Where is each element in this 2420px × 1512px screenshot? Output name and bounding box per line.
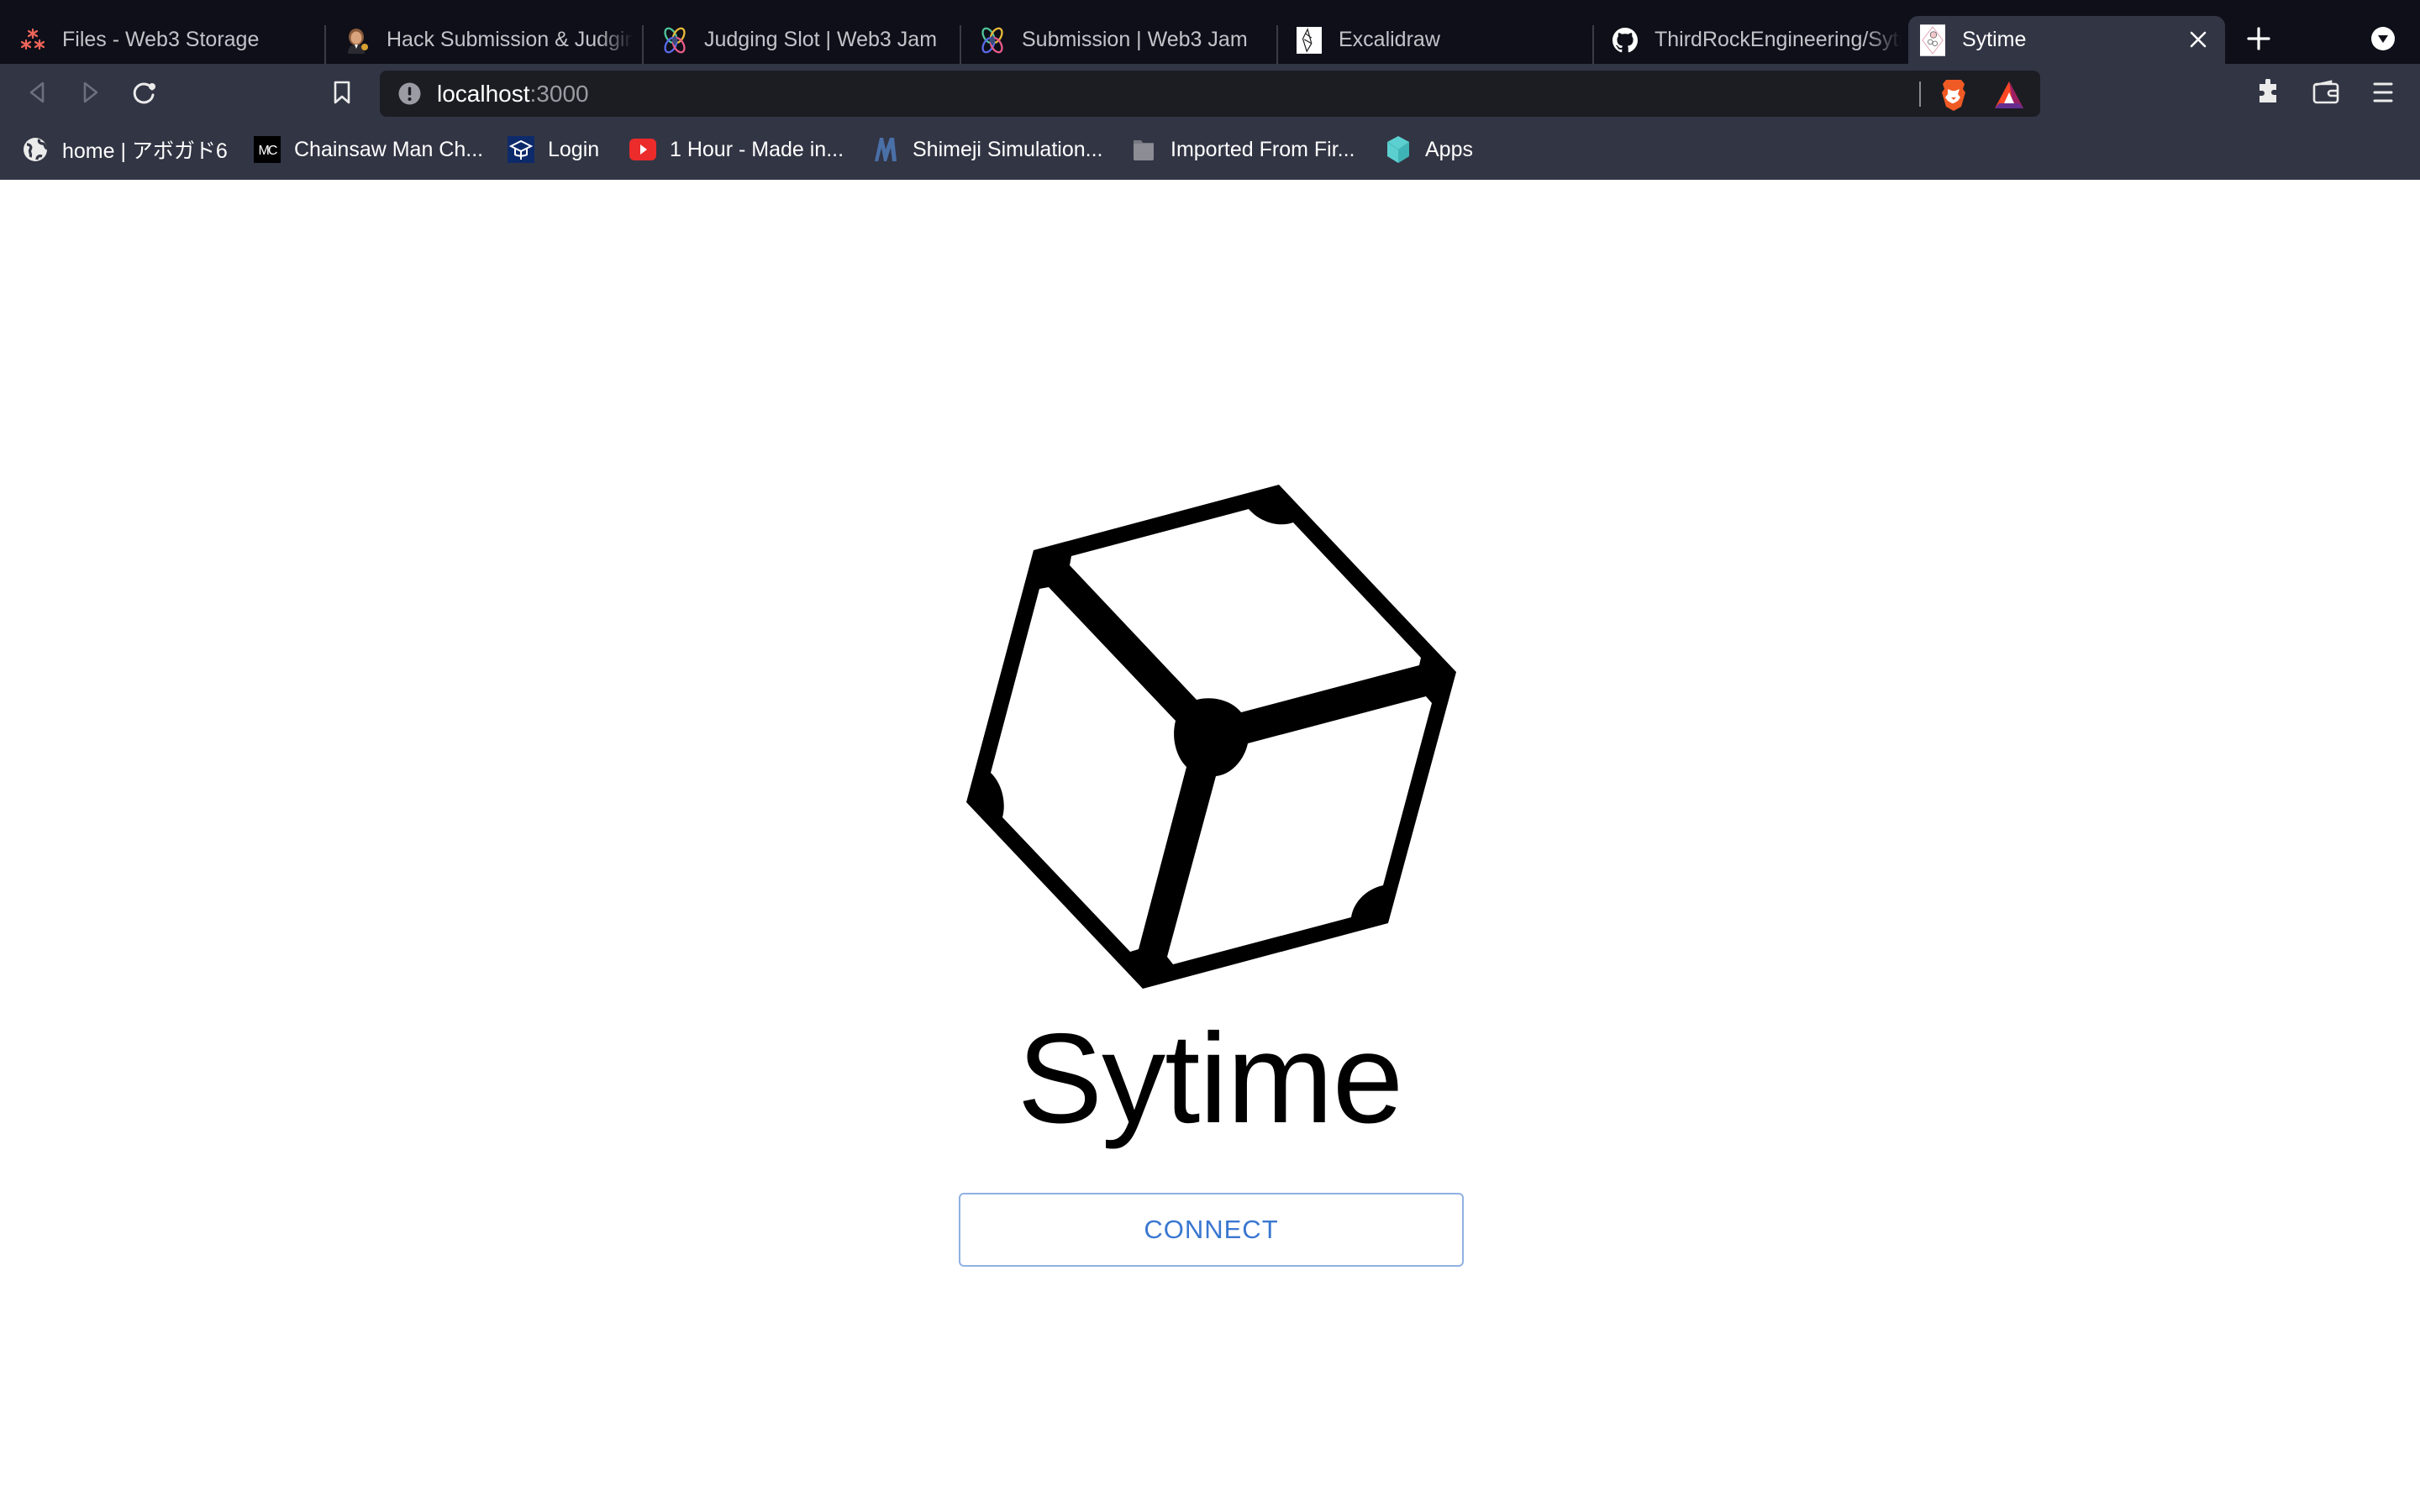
bookmark-label: Login bbox=[548, 137, 600, 161]
bookmark-home[interactable]: home | アボガド6 bbox=[22, 119, 228, 180]
graduation-cap-icon bbox=[508, 136, 534, 163]
tab-title: Submission | Web3 Jam bbox=[1022, 28, 1248, 51]
bookmark-login[interactable]: Login bbox=[508, 119, 599, 180]
tab-hack-submission[interactable]: Hack Submission & Judging bbox=[324, 16, 642, 64]
bookmark-label: Shimeji Simulation... bbox=[913, 137, 1103, 161]
omnibox-divider bbox=[1919, 81, 1921, 107]
globe-icon bbox=[22, 136, 49, 163]
tab-separator bbox=[642, 25, 644, 64]
bookmark-chainsaw-man[interactable]: MC Chainsaw Man Ch... bbox=[254, 119, 483, 180]
youtube-icon bbox=[629, 136, 656, 163]
url-port: :3000 bbox=[529, 81, 589, 107]
wallet-icon[interactable] bbox=[2312, 78, 2340, 107]
mc-icon: MC bbox=[254, 136, 281, 163]
cube-logo-icon bbox=[966, 485, 1456, 989]
tab-title: Hack Submission & Judging bbox=[387, 28, 634, 51]
bookmark-label: Chainsaw Man Ch... bbox=[294, 137, 484, 161]
tab-files-web3-storage[interactable]: Files - Web3 Storage bbox=[0, 16, 318, 64]
bookmark-folder-imported[interactable]: Imported From Fir... bbox=[1130, 119, 1355, 180]
bookmark-apps[interactable]: Apps bbox=[1385, 119, 1473, 180]
url-host: localhost bbox=[437, 81, 530, 107]
web3-jam-icon bbox=[662, 27, 687, 53]
cube-outline bbox=[966, 485, 1456, 989]
tab-separator bbox=[1592, 25, 1594, 64]
tab-separator bbox=[960, 25, 961, 64]
tab-excalidraw[interactable]: Excalidraw bbox=[1276, 16, 1594, 64]
connect-button[interactable]: CONNECT bbox=[959, 1193, 1464, 1267]
tab-title: Files - Web3 Storage bbox=[62, 28, 260, 51]
bookmark-youtube[interactable]: 1 Hour - Made in... bbox=[629, 119, 844, 180]
bookmark-label: home | アボガド6 bbox=[62, 139, 228, 163]
brave-rewards-icon[interactable] bbox=[1994, 81, 2024, 109]
tab-title: Judging Slot | Web3 Jam bbox=[704, 28, 938, 51]
tab-title: Sytime bbox=[1962, 28, 2027, 51]
folder-icon bbox=[1130, 136, 1157, 163]
web3-storage-icon bbox=[20, 28, 45, 53]
back-icon[interactable] bbox=[23, 78, 51, 107]
excalidraw-icon bbox=[1297, 26, 1322, 54]
info-icon[interactable] bbox=[398, 82, 421, 105]
tab-submission[interactable]: Submission | Web3 Jam bbox=[960, 16, 1277, 64]
address-bar[interactable]: localhost:3000 bbox=[380, 71, 2040, 117]
new-tab-icon[interactable] bbox=[2244, 24, 2274, 54]
bookmark-label: Apps bbox=[1425, 137, 1473, 161]
tab-title: ThirdRockEngineering/Sytime bbox=[1655, 28, 1902, 51]
web3-jam-icon bbox=[980, 27, 1005, 53]
menu-icon[interactable] bbox=[2369, 78, 2397, 107]
toolbar: localhost:3000 bbox=[0, 64, 2420, 119]
bookmark-icon[interactable] bbox=[328, 78, 356, 107]
close-tab-icon[interactable] bbox=[2185, 26, 2212, 53]
tab-judging-slot[interactable]: Judging Slot | Web3 Jam bbox=[642, 16, 960, 64]
tab-search-icon[interactable] bbox=[2370, 25, 2396, 52]
apps-cube-icon bbox=[1385, 136, 1412, 163]
bookmark-label: Imported From Fir... bbox=[1171, 137, 1355, 161]
forward-icon[interactable] bbox=[76, 78, 105, 107]
tab-github-sytime[interactable]: ThirdRockEngineering/Sytime bbox=[1592, 16, 1910, 64]
tab-title: Excalidraw bbox=[1339, 28, 1440, 51]
bookmarks-bar: home | アボガド6 MC Chainsaw Man Ch... Login… bbox=[0, 119, 2420, 180]
tab-sytime-active[interactable]: Sytime bbox=[1908, 16, 2225, 64]
bookmark-shimeji[interactable]: Shimeji Simulation... bbox=[872, 119, 1102, 180]
tab-strip: Files - Web3 Storage Hack Submission & J… bbox=[0, 0, 2420, 64]
svg-text:MC: MC bbox=[259, 144, 277, 158]
app-title: Sytime bbox=[1017, 1007, 1404, 1150]
extensions-icon[interactable] bbox=[2254, 78, 2283, 107]
m-logo-icon bbox=[872, 136, 899, 163]
brave-shields-icon[interactable] bbox=[1939, 79, 1968, 111]
page-content: Sytime CONNECT bbox=[0, 180, 2420, 1512]
reload-icon[interactable] bbox=[130, 78, 159, 107]
tab-separator bbox=[1276, 25, 1278, 64]
github-icon bbox=[1612, 27, 1638, 53]
bookmark-label: 1 Hour - Made in... bbox=[670, 137, 844, 161]
url-text[interactable]: localhost:3000 bbox=[437, 71, 589, 117]
judge-emoji-icon bbox=[345, 28, 370, 54]
tab-separator bbox=[324, 25, 326, 64]
sytime-icon bbox=[1920, 24, 1945, 56]
